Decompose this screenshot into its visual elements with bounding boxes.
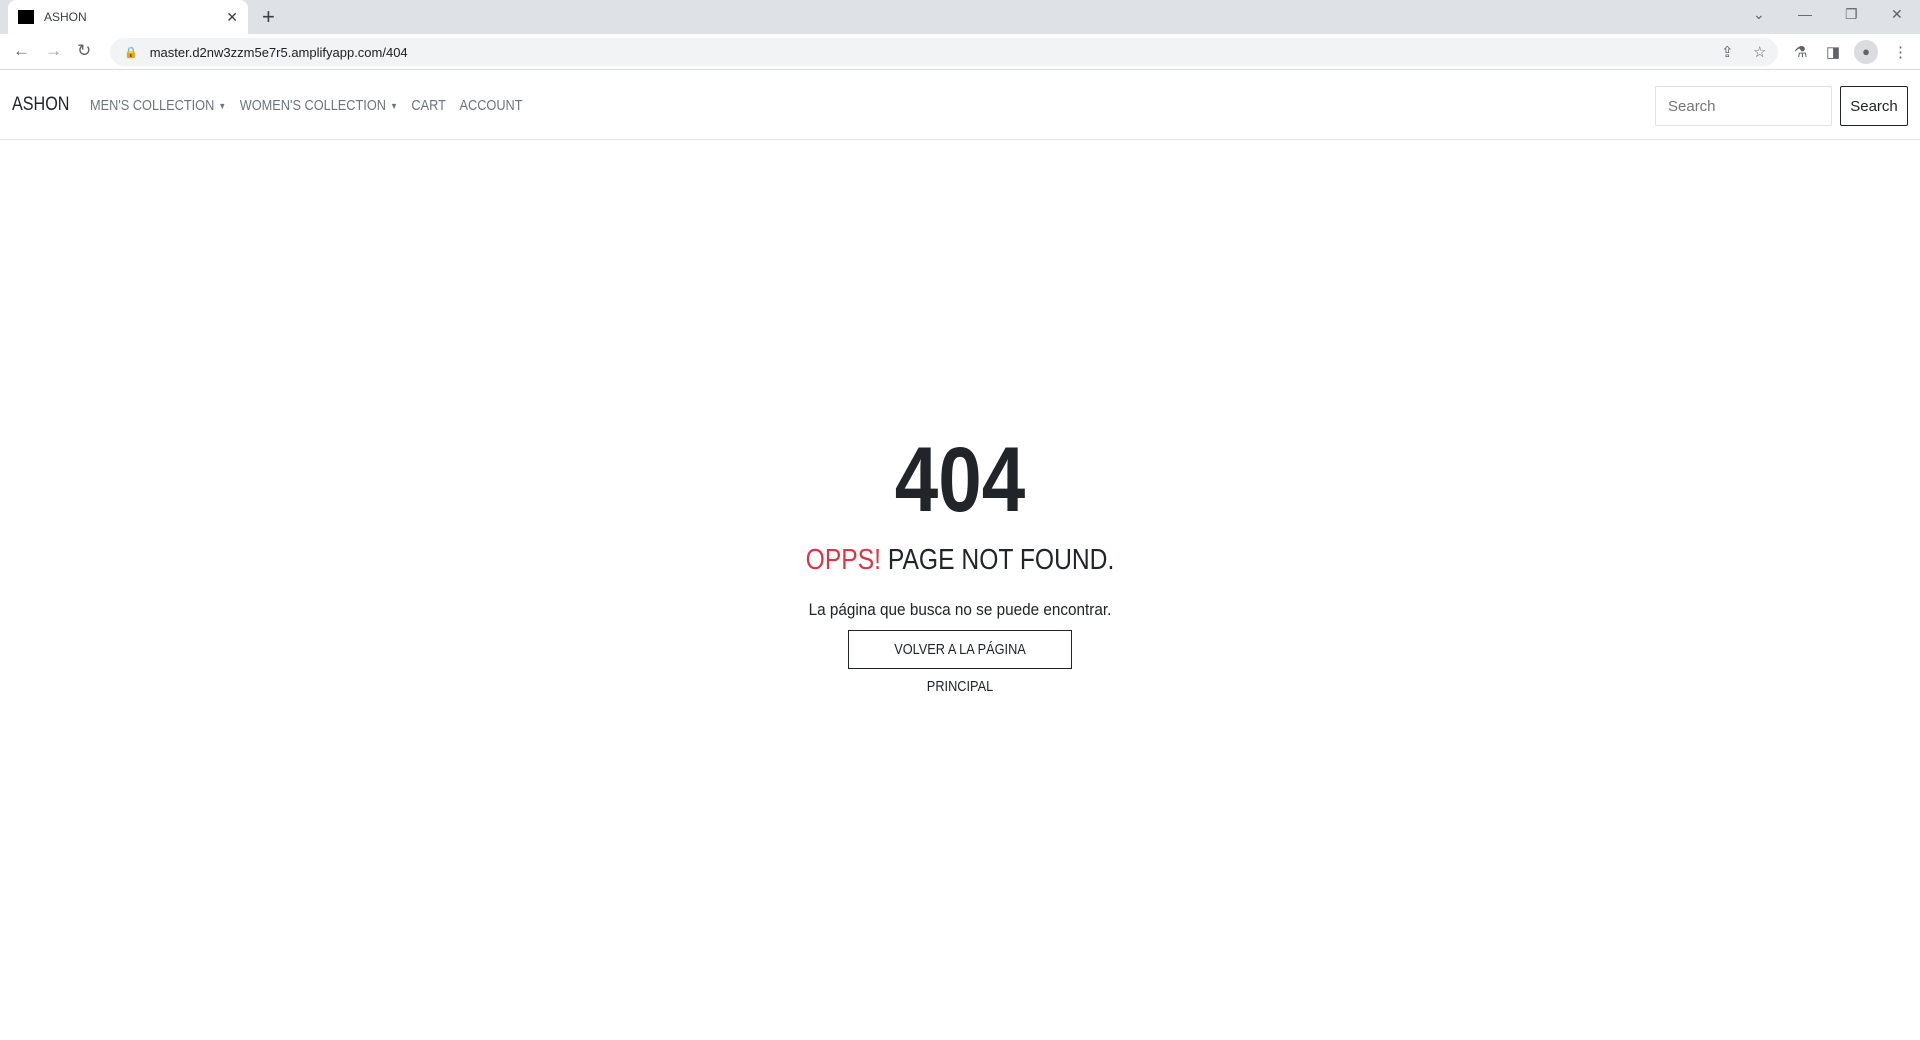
page-not-found-text: PAGE NOT FOUND. xyxy=(887,544,1115,576)
profile-avatar-icon[interactable]: ● xyxy=(1854,40,1878,64)
error-message: La página que busca no se puede encontra… xyxy=(808,600,1112,619)
reload-icon[interactable]: ↻ xyxy=(77,41,91,61)
favicon-icon xyxy=(18,10,34,24)
not-found-section: 404 OPPS! PAGE NOT FOUND. La página que … xyxy=(0,430,1920,696)
site-navbar: ASHON MEN'S COLLECTION ▼ WOMEN'S COLLECTI… xyxy=(0,70,1920,140)
nav-cart[interactable]: CART xyxy=(411,97,445,114)
browser-tab-bar: ASHON ✕ + ⌄ — ❐ ✕ xyxy=(0,0,1920,34)
side-panel-icon[interactable]: ◨ xyxy=(1826,43,1840,61)
tab-title: ASHON xyxy=(44,10,87,24)
back-home-button[interactable]: VOLVER A LA PÁGINA PRINCIPAL xyxy=(848,630,1072,695)
lock-icon: 🔒 xyxy=(124,46,138,59)
search-button[interactable]: Search xyxy=(1840,86,1908,126)
search-input[interactable] xyxy=(1655,86,1832,126)
nav-label: MEN'S COLLECTION xyxy=(90,97,215,114)
bookmark-star-icon[interactable]: ☆ xyxy=(1753,43,1766,61)
nav-label: WOMEN'S COLLECTION xyxy=(239,97,386,114)
error-title: OPPS! PAGE NOT FOUND. xyxy=(144,542,1776,578)
error-code: 404 xyxy=(894,429,1026,531)
address-bar-row: ← → ↻ 🔒 master.d2nw3zzm5e7r5.amplifyapp.… xyxy=(0,34,1920,70)
browser-tab[interactable]: ASHON ✕ xyxy=(8,0,248,34)
oops-text: OPPS! xyxy=(805,544,882,576)
nav-womens-collection[interactable]: WOMEN'S COLLECTION ▼ xyxy=(240,97,398,114)
caret-down-icon: ▼ xyxy=(390,101,398,112)
back-home-label: VOLVER A LA PÁGINA PRINCIPAL xyxy=(894,641,1026,695)
caret-down-icon: ▼ xyxy=(218,101,227,112)
nav-links: MEN'S COLLECTION ▼ WOMEN'S COLLECTION ▼ CA… xyxy=(90,97,523,114)
share-icon[interactable]: ⇪ xyxy=(1721,43,1734,61)
labs-flask-icon[interactable]: ⚗ xyxy=(1794,43,1807,61)
url-text[interactable]: master.d2nw3zzm5e7r5.amplifyapp.com/404 xyxy=(150,45,408,60)
tab-search-icon[interactable]: ⌄ xyxy=(1753,6,1765,23)
close-tab-icon[interactable]: ✕ xyxy=(226,9,238,26)
address-bar[interactable]: 🔒 master.d2nw3zzm5e7r5.amplifyapp.com/40… xyxy=(110,38,1778,66)
back-icon[interactable]: ← xyxy=(13,41,30,61)
new-tab-icon[interactable]: + xyxy=(262,4,275,30)
forward-icon[interactable]: → xyxy=(45,41,62,61)
minimize-icon[interactable]: — xyxy=(1798,6,1812,22)
menu-dots-icon[interactable]: ⋮ xyxy=(1893,43,1908,61)
nav-mens-collection[interactable]: MEN'S COLLECTION ▼ xyxy=(90,97,226,114)
close-window-icon[interactable]: ✕ xyxy=(1891,6,1903,23)
nav-account[interactable]: ACCOUNT xyxy=(459,97,522,114)
restore-icon[interactable]: ❐ xyxy=(1845,6,1858,23)
brand-logo[interactable]: ASHON xyxy=(12,94,69,116)
